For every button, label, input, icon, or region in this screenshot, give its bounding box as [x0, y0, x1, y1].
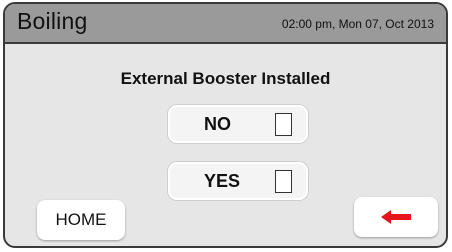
- home-button[interactable]: HOME: [37, 200, 125, 240]
- device-screen: Boiling 02:00 pm, Mon 07, Oct 2013 Exter…: [3, 2, 448, 248]
- option-no-checkbox[interactable]: [275, 113, 292, 136]
- option-yes-label: YES: [204, 171, 241, 191]
- datetime-display: 02:00 pm, Mon 07, Oct 2013: [281, 17, 434, 31]
- question-heading: External Booster Installed: [120, 69, 331, 88]
- option-yes-button[interactable]: YES: [168, 162, 308, 200]
- page-title: Boiling: [17, 8, 88, 34]
- option-no-label: NO: [204, 114, 231, 134]
- option-no-button[interactable]: NO: [168, 105, 308, 143]
- back-button[interactable]: [354, 197, 438, 237]
- header-bar: Boiling 02:00 pm, Mon 07, Oct 2013: [5, 4, 446, 44]
- back-arrow-icon: [381, 210, 411, 224]
- option-yes-checkbox[interactable]: [275, 170, 292, 193]
